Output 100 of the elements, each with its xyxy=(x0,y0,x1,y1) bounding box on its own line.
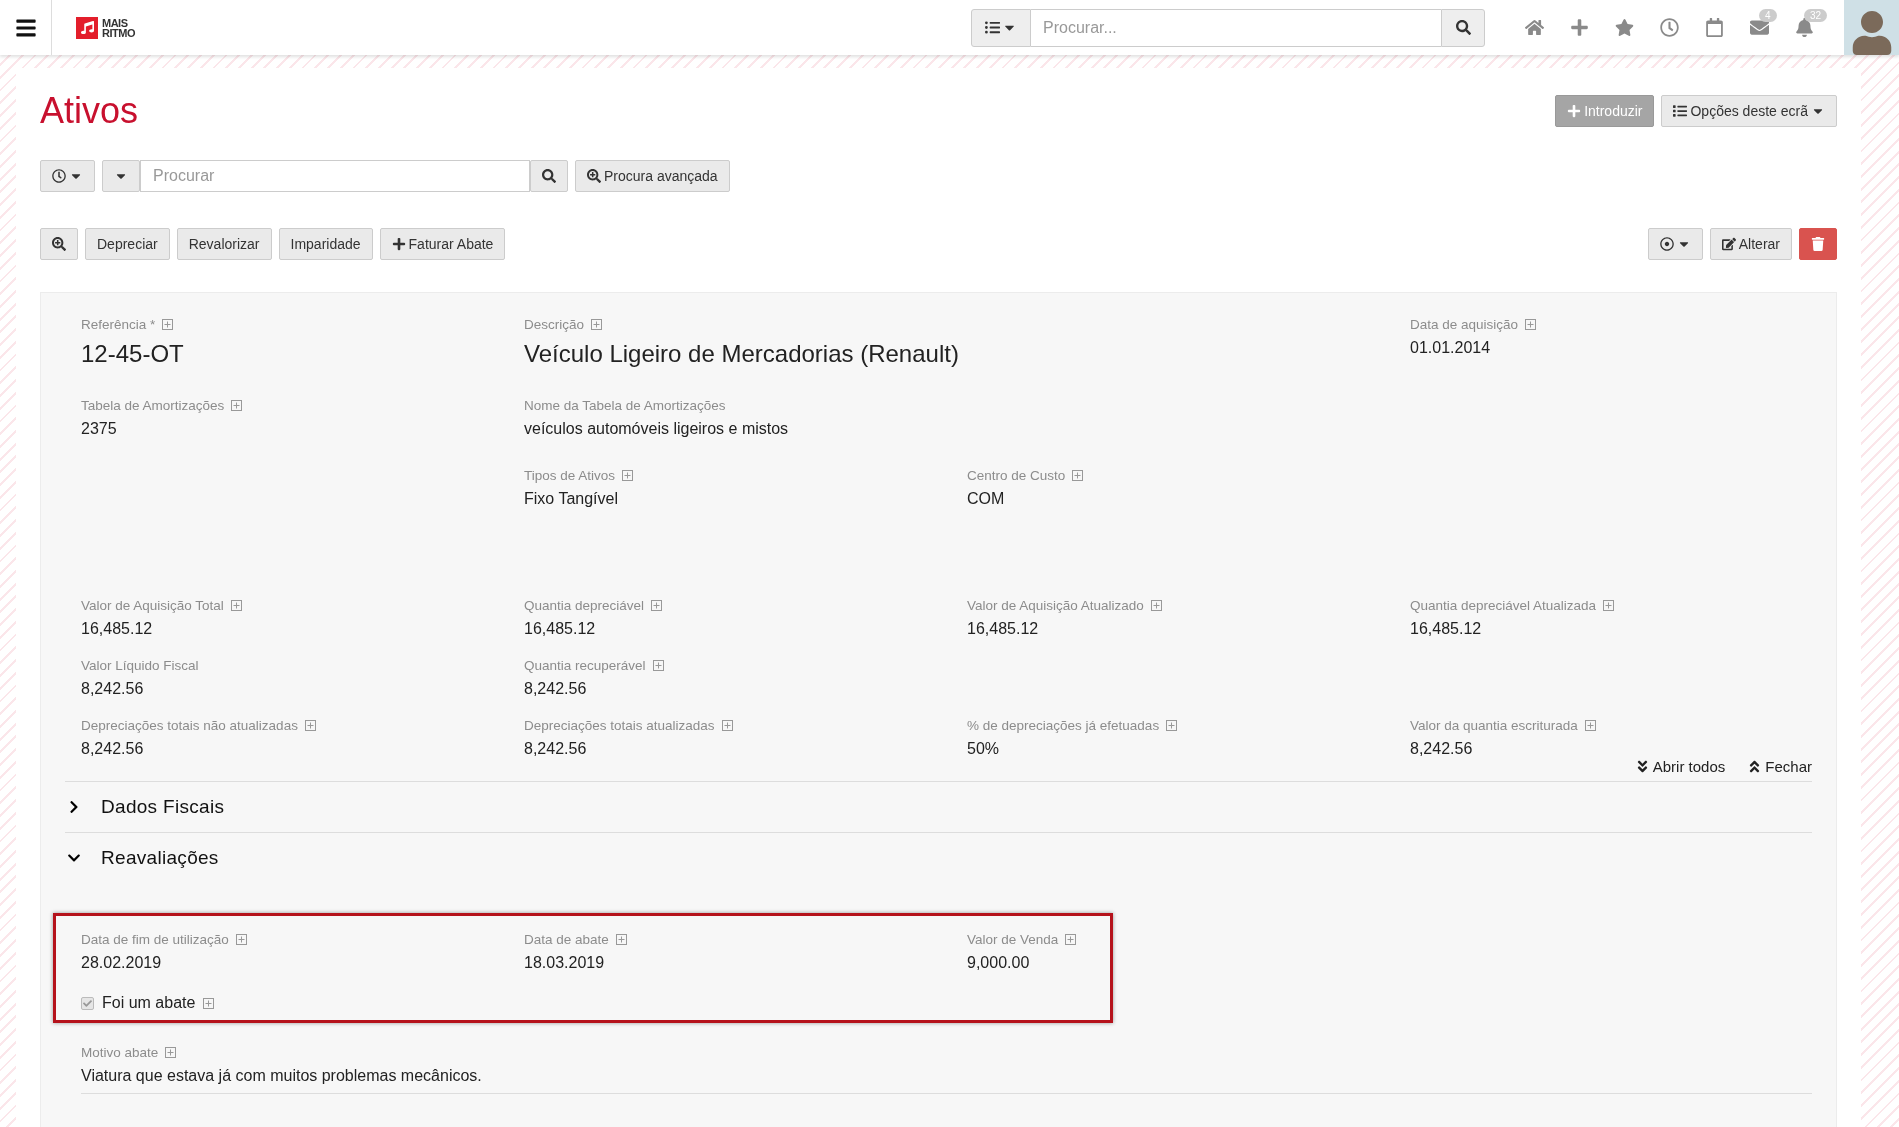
clock-icon[interactable] xyxy=(1660,18,1679,37)
target-dropdown[interactable] xyxy=(1647,228,1703,260)
expand-icon[interactable] xyxy=(162,319,174,330)
expand-icon[interactable] xyxy=(652,660,664,671)
search-button[interactable] xyxy=(1441,8,1485,47)
expand-icon[interactable] xyxy=(1166,720,1178,731)
expand-icon[interactable] xyxy=(622,470,634,481)
action-button[interactable]: Imparidade xyxy=(278,228,373,260)
field-label: Quantia recuperável xyxy=(524,658,646,673)
expand-icon[interactable] xyxy=(615,934,627,945)
field-value: 16,485.12 xyxy=(967,620,1039,637)
expand-icon[interactable] xyxy=(1525,319,1537,330)
expand-icon[interactable] xyxy=(1065,934,1077,945)
plus-icon[interactable] xyxy=(1570,18,1589,37)
field-value: 12-45-OT xyxy=(81,340,184,367)
action-button[interactable]: Depreciar xyxy=(85,228,170,260)
checkbox[interactable] xyxy=(81,996,94,1010)
search-field[interactable]: Procurar xyxy=(140,160,530,192)
expand-icon[interactable] xyxy=(230,600,242,611)
action-button[interactable]: Faturar Abate xyxy=(379,228,506,260)
field-label: Nome da Tabela de Amortizações xyxy=(524,398,726,413)
plus-icon xyxy=(1567,104,1582,118)
list-icon xyxy=(1673,104,1688,118)
field-label: Quantia depreciável xyxy=(524,598,645,613)
history-dropdown[interactable] xyxy=(40,160,95,192)
expand-icon[interactable] xyxy=(165,1047,177,1058)
edit-button[interactable]: Alterar xyxy=(1709,228,1792,260)
field-label: Referência * xyxy=(81,317,156,332)
star-icon[interactable] xyxy=(1615,18,1634,37)
field-value: 18.03.2019 xyxy=(524,954,605,971)
search-button[interactable] xyxy=(530,160,568,192)
calendar-icon[interactable] xyxy=(1705,18,1724,37)
field-value: COM xyxy=(967,490,1005,507)
expand-icon[interactable] xyxy=(304,720,316,731)
expand-icon[interactable] xyxy=(1603,600,1615,611)
logo-note-icon xyxy=(76,16,98,39)
section-title: Dados Fiscais xyxy=(101,796,225,818)
expand-icon[interactable] xyxy=(203,997,215,1009)
section-header[interactable]: Reavaliações xyxy=(65,832,1812,883)
list-icon xyxy=(985,20,1000,35)
field-value: Veículo Ligeiro de Mercadorias (Renault) xyxy=(524,340,959,367)
expand-icon[interactable] xyxy=(721,720,733,731)
section-header[interactable]: Dados Fiscais xyxy=(65,781,1812,832)
field-value: 50% xyxy=(967,740,1000,757)
mail-icon[interactable] xyxy=(1750,18,1769,37)
field-label: Tabela de Amortizações xyxy=(81,398,225,413)
field-value: 16,485.12 xyxy=(1410,620,1482,637)
menu-button[interactable] xyxy=(0,0,52,55)
field-label: Valor da quantia escriturada xyxy=(1410,718,1578,733)
field-label: Descrição xyxy=(524,317,585,332)
field-label: Data de abate xyxy=(524,932,609,947)
field-label: Valor de Aquisição Atualizado xyxy=(967,598,1144,613)
expand-icon[interactable] xyxy=(231,400,243,411)
zoom-icon xyxy=(587,169,601,183)
trash-icon xyxy=(1811,237,1825,251)
section-title: Reavaliações xyxy=(101,847,219,869)
expand-icon[interactable] xyxy=(1584,720,1596,731)
field-label: Centro de Custo xyxy=(967,468,1066,483)
advanced-search-button[interactable]: Procura avançada xyxy=(575,160,730,192)
page-title: Ativos xyxy=(40,90,139,132)
search-field[interactable]: Procurar... xyxy=(1031,8,1441,47)
expand-icon[interactable] xyxy=(591,319,603,330)
field-value: Viatura que estava já com muitos problemas mecânicos. xyxy=(81,1067,482,1084)
field-value: 9,000.00 xyxy=(967,954,1030,971)
zoom-icon xyxy=(52,237,66,251)
field-label: Valor de Aquisição Total xyxy=(81,598,224,613)
toggle-link[interactable]: Fechar xyxy=(1747,758,1812,775)
field-value: 16,485.12 xyxy=(81,620,153,637)
field-value: veículos automóveis ligeiros e mistos xyxy=(524,420,789,437)
field-value: 8,242.56 xyxy=(524,740,587,757)
toggle-link[interactable]: Abrir todos xyxy=(1634,758,1726,775)
logo-text: MAIS RITMO xyxy=(102,17,135,38)
avatar-silhouette[interactable] xyxy=(1844,0,1899,55)
expand-icon[interactable] xyxy=(651,600,663,611)
zoom-button[interactable] xyxy=(40,228,78,260)
expand-icon[interactable] xyxy=(1150,600,1162,611)
delete-button[interactable] xyxy=(1799,228,1837,260)
edit-icon xyxy=(1721,237,1736,251)
field-label: Tipos de Ativos xyxy=(524,468,616,483)
expand-icon[interactable] xyxy=(1072,470,1084,481)
field-value: 2375 xyxy=(81,420,117,437)
field-label: Data de fim de utilização xyxy=(81,932,229,947)
field-value: 8,242.56 xyxy=(81,740,144,757)
action-button[interactable]: Revalorizar xyxy=(176,228,272,260)
checkbox-label: Foi um abate xyxy=(102,994,196,1012)
field-label: Data de aquisição xyxy=(1410,317,1519,332)
filter-dropdown[interactable] xyxy=(102,160,140,192)
field-value: 28.02.2019 xyxy=(81,954,162,971)
home-icon[interactable] xyxy=(1525,18,1544,37)
search-type-dropdown[interactable] xyxy=(971,8,1031,47)
options-button[interactable]: Opções deste ecrã xyxy=(1661,95,1837,127)
field-value: 01.01.2014 xyxy=(1410,339,1491,356)
check-icon xyxy=(83,998,92,1008)
bell-icon[interactable] xyxy=(1795,18,1814,37)
search-icon xyxy=(1455,20,1471,35)
field-value: Fixo Tangível xyxy=(524,490,618,507)
clock-icon xyxy=(52,169,66,183)
plus-icon xyxy=(391,237,406,251)
expand-icon[interactable] xyxy=(235,934,247,945)
field-value: 8,242.56 xyxy=(524,680,587,697)
